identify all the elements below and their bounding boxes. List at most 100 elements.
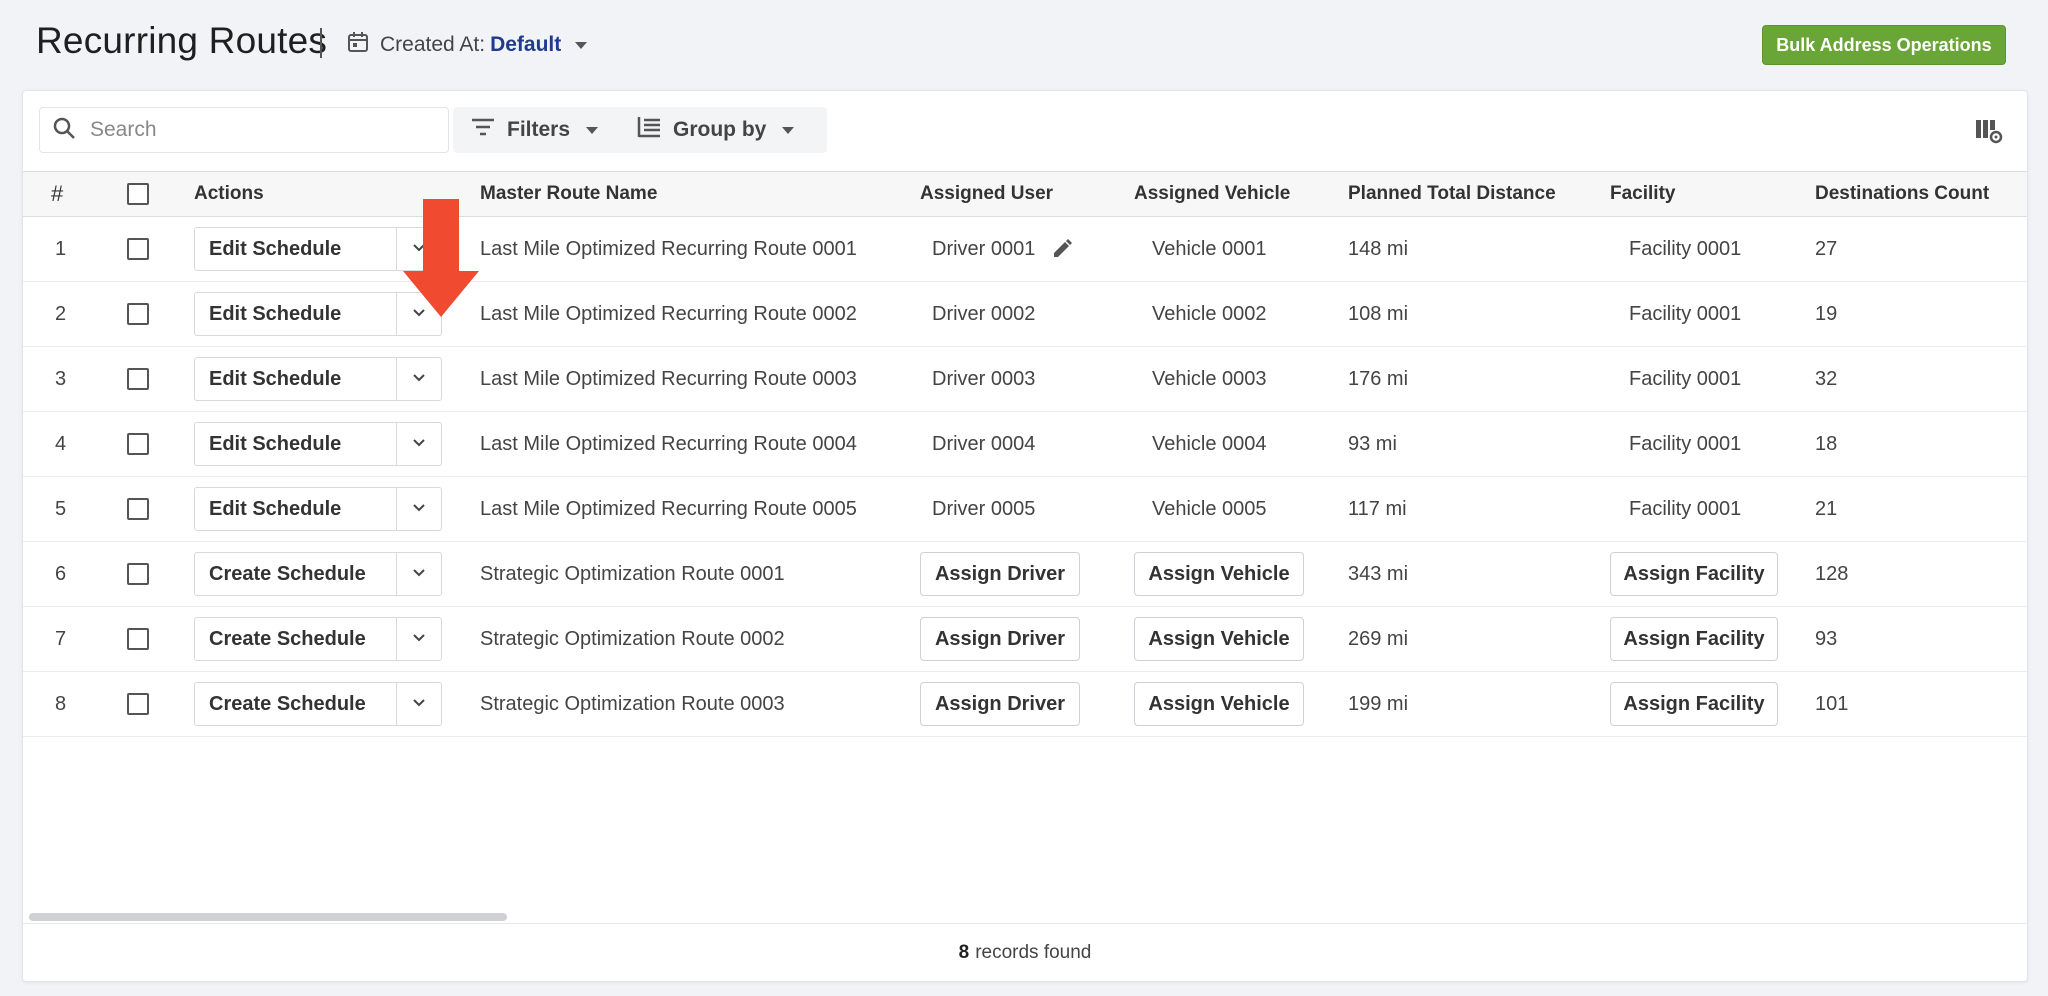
planned-distance: 108 mi [1348,302,1409,325]
assigned-user-text: Driver 0001 [932,237,1036,260]
chevron-down-icon [412,500,426,518]
row-checkbox[interactable] [127,628,149,650]
row-number: 6 [55,562,67,585]
create-schedule-button[interactable]: Create Schedule [195,618,397,660]
destinations-count: 101 [1815,692,1849,715]
route-name[interactable]: Last Mile Optimized Recurring Route 0004 [480,412,857,476]
action-dropdown-toggle[interactable] [397,553,441,595]
row-checkbox[interactable] [127,563,149,585]
routes-panel: Filters Group by # Actions Master Route … [22,90,2028,982]
row-checkbox[interactable] [127,693,149,715]
group-by-button[interactable]: Group by [619,107,827,153]
row-checkbox-cell [127,672,149,736]
column-header-actions[interactable]: Actions [194,172,264,216]
route-name[interactable]: Last Mile Optimized Recurring Route 0005 [480,477,857,541]
row-checkbox[interactable] [127,498,149,520]
created-at-value: Default [490,33,562,56]
table-footer: 8 records found [23,923,2027,981]
planned-distance: 148 mi [1348,237,1409,260]
assigned-user: Driver 0002 [932,302,1036,325]
planned-distance: 117 mi [1348,497,1407,520]
route-name[interactable]: Last Mile Optimized Recurring Route 0003 [480,347,857,411]
column-header-assigned-vehicle[interactable]: Assigned Vehicle [1134,172,1290,216]
row-checkbox[interactable] [127,433,149,455]
search-icon [52,116,76,145]
column-header-destinations-count[interactable]: Destinations Count [1815,172,1989,216]
assign-vehicle-button[interactable]: Assign Vehicle [1134,552,1304,596]
route-name[interactable]: Strategic Optimization Route 0002 [480,607,785,671]
column-header-facility[interactable]: Facility [1610,172,1675,216]
chevron-down-icon [412,695,426,713]
column-header-route-name[interactable]: Master Route Name [480,172,657,216]
assign-vehicle-button[interactable]: Assign Vehicle [1134,682,1304,726]
facility: Facility 0001 [1629,432,1742,455]
table-toolbar: Filters Group by [23,91,2027,171]
table-row: 5 Edit Schedule Last Mile Optimized Recu… [23,477,2027,542]
planned-distance: 269 mi [1348,627,1409,650]
table-row: 7 Create Schedule Strategic Optimization… [23,607,2027,672]
facility: Facility 0001 [1629,497,1742,520]
route-name[interactable]: Last Mile Optimized Recurring Route 0001 [480,217,857,281]
row-number: 7 [55,627,67,650]
row-checkbox-cell [127,477,149,541]
row-number: 5 [55,497,67,520]
action-dropdown-toggle[interactable] [397,358,441,400]
records-label: records found [975,941,1092,963]
assigned-user: Driver 0001 [932,217,1073,281]
assigned-vehicle: Vehicle 0003 [1152,367,1267,390]
edit-schedule-button[interactable]: Edit Schedule [195,488,397,530]
page-header: Recurring Routes Created At: Default Bul… [0,0,2048,88]
assigned-vehicle: Vehicle 0002 [1152,302,1267,325]
row-checkbox-cell [127,412,149,476]
create-schedule-button[interactable]: Create Schedule [195,553,397,595]
horizontal-scrollbar[interactable] [29,913,507,921]
created-at-dropdown[interactable]: Created At: Default [346,30,588,60]
facility: Facility 0001 [1629,367,1742,390]
edit-schedule-button[interactable]: Edit Schedule [195,293,397,335]
action-split-button: Create Schedule [194,617,442,661]
table-row: 1 Edit Schedule Last Mile Optimized Recu… [23,217,2027,282]
search-box[interactable] [39,107,449,153]
chevron-down-icon [412,435,426,453]
row-number: 3 [55,367,67,390]
column-header-assigned-user[interactable]: Assigned User [920,172,1053,216]
assign-driver-button[interactable]: Assign Driver [920,617,1080,661]
edit-schedule-button[interactable]: Edit Schedule [195,358,397,400]
chevron-down-icon [412,370,426,388]
action-dropdown-toggle[interactable] [397,488,441,530]
destinations-count: 27 [1815,237,1838,260]
row-number: 2 [55,302,67,325]
column-header-planned-distance[interactable]: Planned Total Distance [1348,172,1556,216]
destinations-count: 93 [1815,627,1838,650]
create-schedule-button[interactable]: Create Schedule [195,683,397,725]
assign-facility-button[interactable]: Assign Facility [1610,617,1778,661]
assign-facility-button[interactable]: Assign Facility [1610,552,1778,596]
action-dropdown-toggle[interactable] [397,423,441,465]
destinations-count: 32 [1815,367,1838,390]
column-settings-icon[interactable] [1975,119,2003,150]
bulk-address-operations-button[interactable]: Bulk Address Operations [1762,25,2006,65]
assign-vehicle-button[interactable]: Assign Vehicle [1134,617,1304,661]
route-name[interactable]: Last Mile Optimized Recurring Route 0002 [480,282,857,346]
action-dropdown-toggle[interactable] [397,683,441,725]
assign-driver-button[interactable]: Assign Driver [920,682,1080,726]
row-checkbox[interactable] [127,303,149,325]
filters-button[interactable]: Filters [453,107,629,153]
action-dropdown-toggle[interactable] [397,618,441,660]
row-checkbox[interactable] [127,368,149,390]
action-split-button: Edit Schedule [194,357,442,401]
table-row: 8 Create Schedule Strategic Optimization… [23,672,2027,737]
row-checkbox[interactable] [127,238,149,260]
assign-facility-button[interactable]: Assign Facility [1610,682,1778,726]
chevron-down-icon [575,41,588,49]
search-input[interactable] [90,118,410,142]
assign-driver-button[interactable]: Assign Driver [920,552,1080,596]
route-name[interactable]: Strategic Optimization Route 0003 [480,672,785,736]
edit-schedule-button[interactable]: Edit Schedule [195,423,397,465]
red-arrow-icon [403,199,479,317]
select-all-checkbox[interactable] [127,183,149,205]
edit-schedule-button[interactable]: Edit Schedule [195,228,397,270]
route-name[interactable]: Strategic Optimization Route 0001 [480,542,785,606]
pencil-icon[interactable] [1051,238,1073,260]
chevron-down-icon [782,126,795,134]
